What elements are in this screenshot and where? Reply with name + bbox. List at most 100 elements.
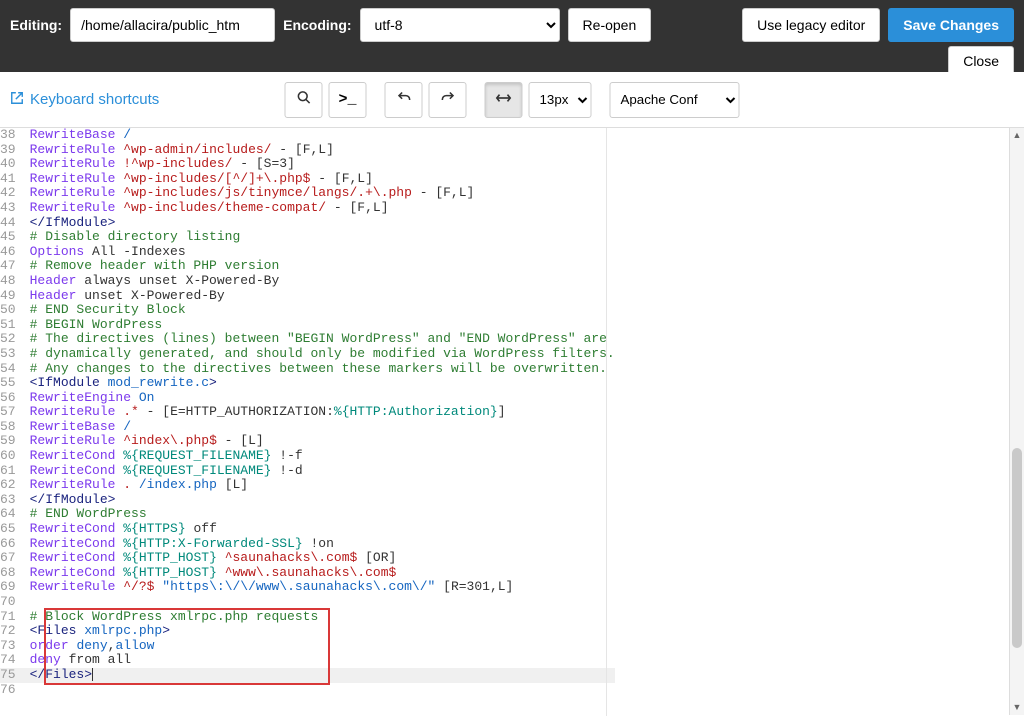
line-content[interactable]: # BEGIN WordPress [26,318,615,333]
file-path-input[interactable] [70,8,275,42]
code-line[interactable]: 69RewriteRule ^/?$ "https\:\/\/www\.saun… [0,580,615,595]
code-line[interactable]: 41RewriteRule ^wp-includes/[^/]+\.php$ -… [0,172,615,187]
scroll-up-arrow[interactable]: ▲ [1010,128,1024,143]
line-content[interactable]: RewriteRule ^wp-includes/[^/]+\.php$ - [… [26,172,615,187]
code-line[interactable]: 54# Any changes to the directives betwee… [0,362,615,377]
line-content[interactable]: RewriteCond %{REQUEST_FILENAME} !-f [26,449,615,464]
keyboard-shortcuts-label: Keyboard shortcuts [30,91,159,108]
code-line[interactable]: 50# END Security Block [0,303,615,318]
reopen-button[interactable]: Re-open [568,8,652,42]
line-content[interactable]: RewriteRule ^wp-includes/js/tinymce/lang… [26,186,615,201]
line-content[interactable]: RewriteCond %{HTTP_HOST} ^saunahacks\.co… [26,551,615,566]
line-content[interactable]: </IfModule> [26,216,615,231]
code-line[interactable]: 47# Remove header with PHP version [0,259,615,274]
line-content[interactable]: RewriteRule ^index\.php$ - [L] [26,434,615,449]
line-content[interactable]: # The directives (lines) between "BEGIN … [26,332,615,347]
line-content[interactable]: RewriteRule . /index.php [L] [26,478,615,493]
line-content[interactable]: Options All -Indexes [26,245,615,260]
code-line[interactable]: 74deny from all [0,653,615,668]
line-content[interactable]: deny from all [26,653,615,668]
code-line[interactable]: 49Header unset X-Powered-By [0,289,615,304]
line-content[interactable] [26,595,615,610]
code-line[interactable]: 72<Files xmlrpc.php> [0,624,615,639]
line-content[interactable]: order deny,allow [26,639,615,654]
code-line[interactable]: 46Options All -Indexes [0,245,615,260]
code-line[interactable]: 75</Files> [0,668,615,683]
line-content[interactable]: # Disable directory listing [26,230,615,245]
syntax-select[interactable]: Apache Conf [610,82,740,118]
code-line[interactable]: 43RewriteRule ^wp-includes/theme-compat/… [0,201,615,216]
line-content[interactable]: RewriteBase / [26,128,615,143]
line-content[interactable]: <Files xmlrpc.php> [26,624,615,639]
code-line[interactable]: 56RewriteEngine On [0,391,615,406]
line-content[interactable]: <IfModule mod_rewrite.c> [26,376,615,391]
line-number: 53 [0,347,26,362]
code-line[interactable]: 60RewriteCond %{REQUEST_FILENAME} !-f [0,449,615,464]
line-content[interactable]: Header always unset X-Powered-By [26,274,615,289]
scroll-down-arrow[interactable]: ▼ [1010,700,1024,715]
line-content[interactable] [26,683,615,698]
code-line[interactable]: 65RewriteCond %{HTTPS} off [0,522,615,537]
code-line[interactable]: 40RewriteRule !^wp-includes/ - [S=3] [0,157,615,172]
encoding-select[interactable]: utf-8 [360,8,560,42]
code-line[interactable]: 73order deny,allow [0,639,615,654]
line-content[interactable]: RewriteRule ^wp-admin/includes/ - [F,L] [26,143,615,158]
line-content[interactable]: RewriteEngine On [26,391,615,406]
code-line[interactable]: 62RewriteRule . /index.php [L] [0,478,615,493]
line-content[interactable]: RewriteRule !^wp-includes/ - [S=3] [26,157,615,172]
wrap-icon [496,91,512,108]
code-line[interactable]: 64# END WordPress [0,507,615,522]
code-line[interactable]: 63</IfModule> [0,493,615,508]
vertical-scrollbar[interactable]: ▲ ▼ [1009,128,1024,715]
code-line[interactable]: 61RewriteCond %{REQUEST_FILENAME} !-d [0,464,615,479]
line-content[interactable]: # Block WordPress xmlrpc.php requests [26,610,615,625]
code-line[interactable]: 68RewriteCond %{HTTP_HOST} ^www\.saunaha… [0,566,615,581]
code-line[interactable]: 67RewriteCond %{HTTP_HOST} ^saunahacks\.… [0,551,615,566]
line-content[interactable]: Header unset X-Powered-By [26,289,615,304]
line-content[interactable]: # Remove header with PHP version [26,259,615,274]
line-content[interactable]: RewriteCond %{HTTP_HOST} ^www\.saunahack… [26,566,615,581]
code-line[interactable]: 52# The directives (lines) between "BEGI… [0,332,615,347]
terminal-button[interactable]: >_ [329,82,367,118]
code-line[interactable]: 38RewriteBase / [0,128,615,143]
line-content[interactable]: # Any changes to the directives between … [26,362,615,377]
line-content[interactable]: # END Security Block [26,303,615,318]
line-content[interactable]: </IfModule> [26,493,615,508]
line-content[interactable]: </Files> [26,668,615,683]
code-line[interactable]: 53# dynamically generated, and should on… [0,347,615,362]
code-line[interactable]: 76 [0,683,615,698]
redo-button[interactable] [429,82,467,118]
code-line[interactable]: 71# Block WordPress xmlrpc.php requests [0,610,615,625]
code-line[interactable]: 44</IfModule> [0,216,615,231]
line-content[interactable]: RewriteCond %{HTTPS} off [26,522,615,537]
keyboard-shortcuts-link[interactable]: Keyboard shortcuts [10,91,159,109]
wrap-toggle-button[interactable] [485,82,523,118]
font-size-select[interactable]: 13px [529,82,592,118]
legacy-editor-button[interactable]: Use legacy editor [742,8,880,42]
code-line[interactable]: 70 [0,595,615,610]
code-line[interactable]: 39RewriteRule ^wp-admin/includes/ - [F,L… [0,143,615,158]
code-editor[interactable]: 38RewriteBase /39RewriteRule ^wp-admin/i… [0,128,1024,716]
line-content[interactable]: RewriteBase / [26,420,615,435]
line-content[interactable]: RewriteCond %{REQUEST_FILENAME} !-d [26,464,615,479]
line-content[interactable]: RewriteRule ^wp-includes/theme-compat/ -… [26,201,615,216]
text-cursor [92,668,93,681]
line-content[interactable]: RewriteRule .* - [E=HTTP_AUTHORIZATION:%… [26,405,615,420]
undo-button[interactable] [385,82,423,118]
line-content[interactable]: # dynamically generated, and should only… [26,347,615,362]
line-content[interactable]: RewriteRule ^/?$ "https\:\/\/www\.saunah… [26,580,615,595]
code-line[interactable]: 42RewriteRule ^wp-includes/js/tinymce/la… [0,186,615,201]
code-line[interactable]: 48Header always unset X-Powered-By [0,274,615,289]
search-button[interactable] [285,82,323,118]
scroll-thumb[interactable] [1012,448,1022,648]
code-line[interactable]: 45# Disable directory listing [0,230,615,245]
line-content[interactable]: RewriteCond %{HTTP:X-Forwarded-SSL} !on [26,537,615,552]
save-changes-button[interactable]: Save Changes [888,8,1014,42]
code-line[interactable]: 51# BEGIN WordPress [0,318,615,333]
code-line[interactable]: 58RewriteBase / [0,420,615,435]
code-line[interactable]: 66RewriteCond %{HTTP:X-Forwarded-SSL} !o… [0,537,615,552]
code-line[interactable]: 55<IfModule mod_rewrite.c> [0,376,615,391]
line-content[interactable]: # END WordPress [26,507,615,522]
code-line[interactable]: 59RewriteRule ^index\.php$ - [L] [0,434,615,449]
code-line[interactable]: 57RewriteRule .* - [E=HTTP_AUTHORIZATION… [0,405,615,420]
